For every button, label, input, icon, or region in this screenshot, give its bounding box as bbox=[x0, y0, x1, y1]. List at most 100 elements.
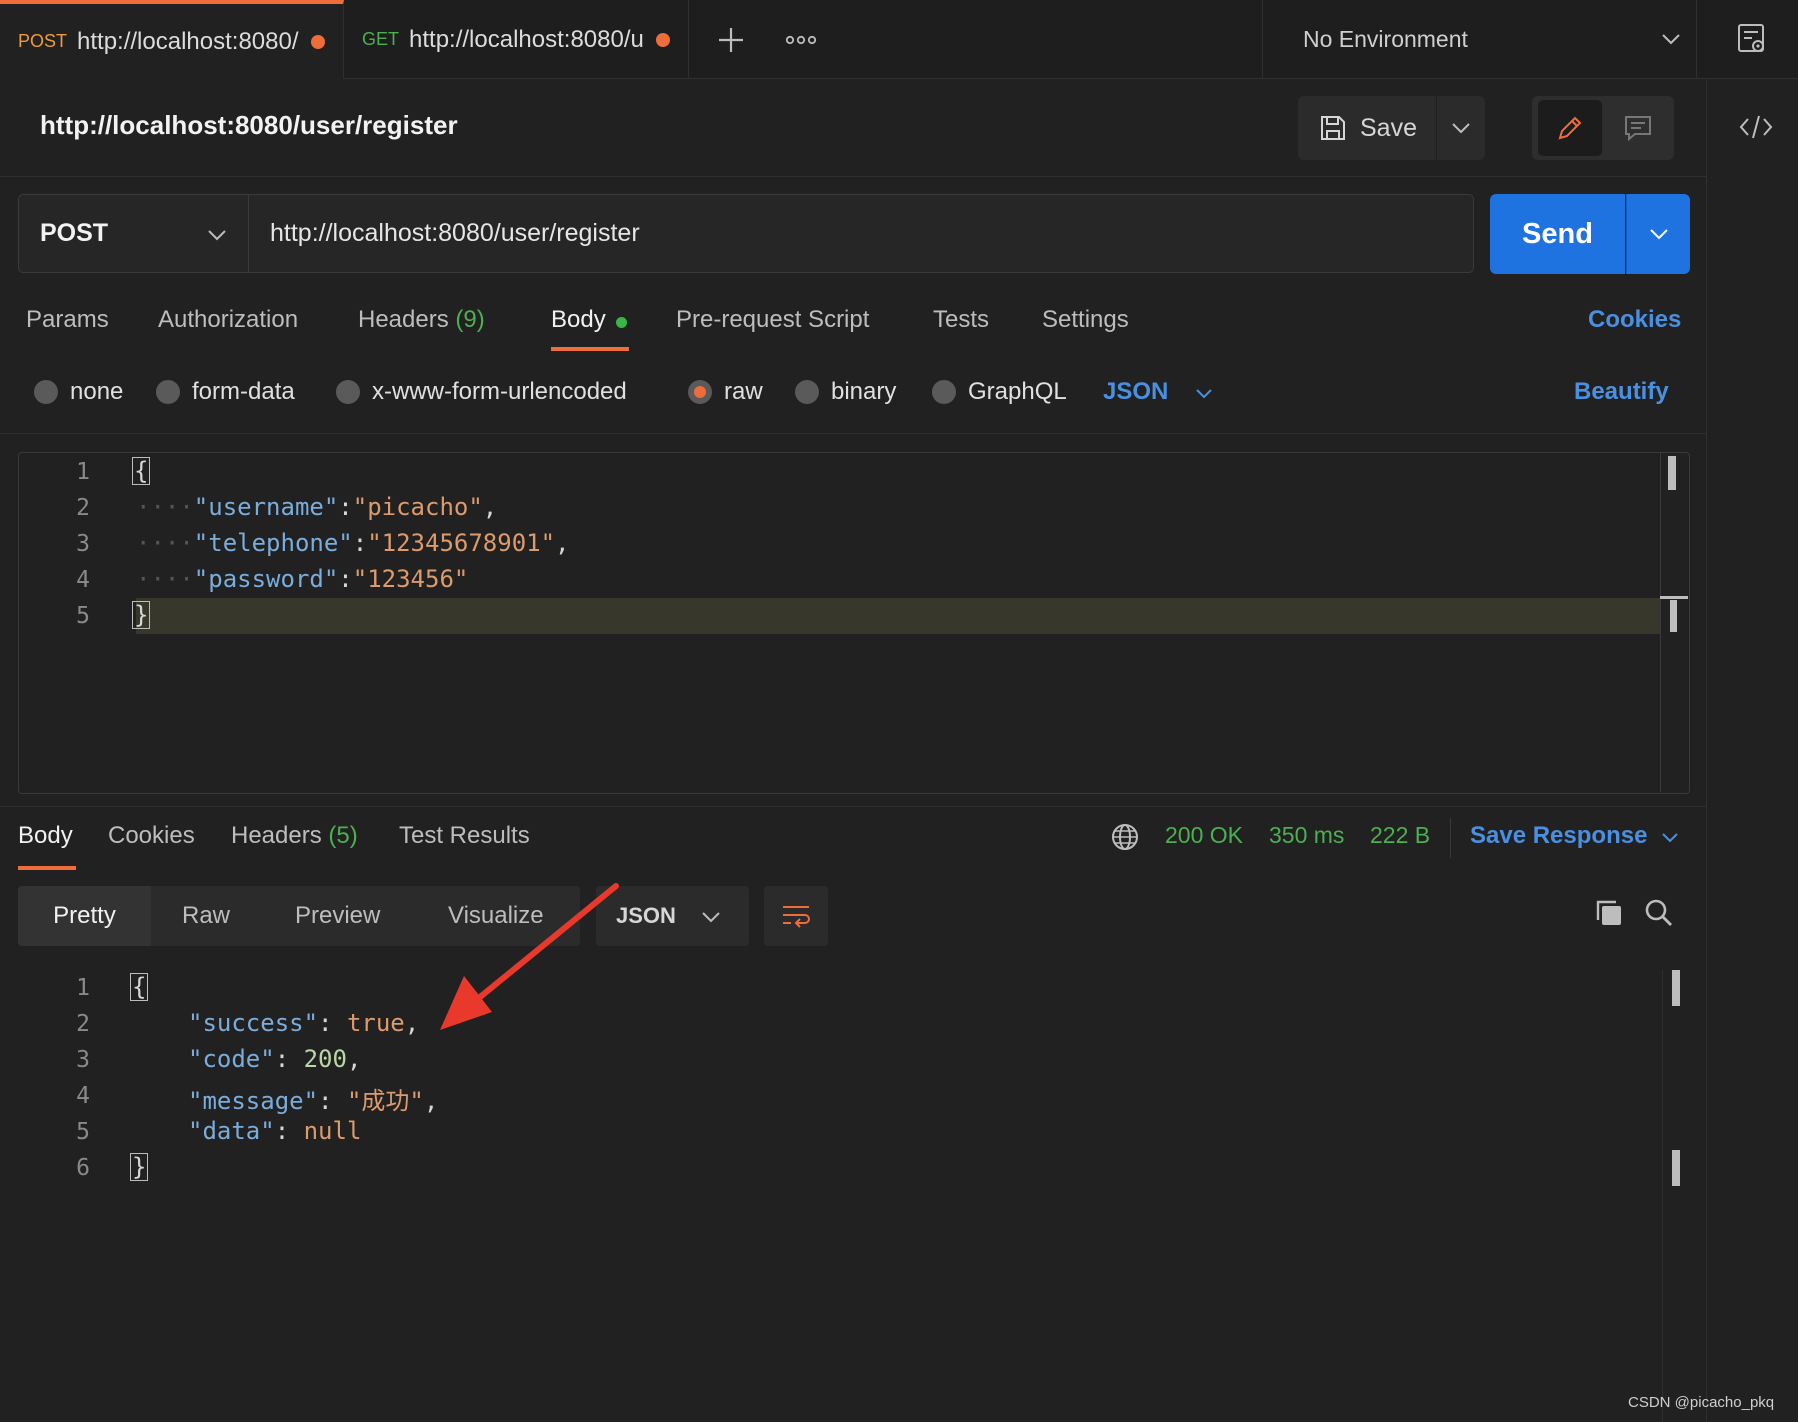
wrap-lines-button[interactable] bbox=[764, 886, 828, 946]
send-button[interactable]: Send bbox=[1490, 194, 1625, 274]
chevron-down-icon[interactable] bbox=[1660, 828, 1680, 853]
radio-label: binary bbox=[831, 378, 897, 405]
chevron-down-icon[interactable] bbox=[1194, 384, 1214, 409]
chevron-down-icon[interactable] bbox=[700, 906, 722, 933]
tab-body[interactable]: Body bbox=[551, 306, 606, 334]
response-tab-headers[interactable]: Headers (5) bbox=[231, 822, 358, 850]
code-line: ····"password":"123456" bbox=[136, 565, 469, 593]
chevron-down-icon[interactable] bbox=[206, 224, 228, 251]
tab-method: GET bbox=[362, 29, 400, 49]
view-preview[interactable]: Preview bbox=[295, 886, 380, 946]
line-number: 4 bbox=[76, 567, 90, 593]
line-number: 1 bbox=[76, 459, 90, 485]
tab-tests[interactable]: Tests bbox=[933, 306, 989, 334]
json-key: "password" bbox=[193, 565, 339, 593]
save-options-button[interactable] bbox=[1437, 96, 1485, 160]
line-number: 1 bbox=[76, 975, 90, 1001]
environment-quicklook-icon[interactable] bbox=[1736, 22, 1768, 61]
json-value: null bbox=[303, 1117, 362, 1145]
save-response-button[interactable]: Save Response bbox=[1470, 822, 1647, 850]
view-raw[interactable]: Raw bbox=[182, 886, 230, 946]
json-key: "telephone" bbox=[193, 529, 353, 557]
radio-raw[interactable]: raw bbox=[688, 378, 763, 406]
code-line: "data": null bbox=[188, 1117, 362, 1145]
json-punct: , bbox=[555, 529, 570, 557]
copy-icon[interactable] bbox=[1594, 898, 1624, 933]
json-value: "成功" bbox=[346, 1087, 424, 1115]
active-tab-indicator bbox=[551, 347, 629, 351]
radio-circle bbox=[795, 380, 819, 404]
json-key: "data" bbox=[188, 1117, 275, 1145]
code-line: } bbox=[130, 1153, 149, 1181]
tab-params[interactable]: Params bbox=[26, 306, 109, 334]
code-line: { bbox=[132, 457, 151, 485]
scrollbar-marker bbox=[1670, 600, 1677, 632]
json-value: "123456" bbox=[352, 565, 469, 593]
json-value: "picacho" bbox=[352, 493, 483, 521]
json-key: "message" bbox=[188, 1087, 319, 1115]
json-punct: , bbox=[346, 1045, 362, 1073]
code-line: { bbox=[130, 973, 149, 1001]
radio-label: raw bbox=[724, 378, 763, 405]
body-format-select[interactable]: JSON bbox=[1103, 378, 1168, 406]
tab-count: (5) bbox=[328, 822, 358, 849]
send-options-button[interactable] bbox=[1626, 194, 1690, 274]
request-tab-post[interactable]: POST http://localhost:8080/ bbox=[0, 0, 344, 79]
radio-form-data[interactable]: form-data bbox=[156, 378, 295, 406]
divider bbox=[1450, 818, 1451, 858]
response-time[interactable]: 350 ms bbox=[1269, 822, 1344, 849]
request-tab-get[interactable]: GET http://localhost:8080/u bbox=[344, 0, 689, 79]
cookies-link[interactable]: Cookies bbox=[1588, 306, 1681, 334]
tab-authorization[interactable]: Authorization bbox=[158, 306, 298, 334]
line-number: 6 bbox=[76, 1155, 90, 1181]
environment-label: No Environment bbox=[1303, 26, 1468, 52]
radio-graphql[interactable]: GraphQL bbox=[932, 378, 1067, 406]
right-sidebar bbox=[1706, 79, 1798, 1422]
response-size[interactable]: 222 B bbox=[1370, 822, 1430, 849]
json-value: "12345678901" bbox=[367, 529, 556, 557]
request-title[interactable]: http://localhost:8080/user/register bbox=[40, 110, 458, 141]
globe-icon[interactable] bbox=[1110, 822, 1140, 857]
plus-icon[interactable] bbox=[716, 20, 746, 60]
tab-settings[interactable]: Settings bbox=[1042, 306, 1129, 334]
json-value: 200 bbox=[303, 1045, 347, 1073]
comments-button[interactable] bbox=[1606, 100, 1670, 156]
json-punct: , bbox=[423, 1087, 439, 1115]
chevron-down-icon bbox=[1452, 123, 1470, 134]
line-number: 2 bbox=[76, 1011, 90, 1037]
radio-x-www-form-urlencoded[interactable]: x-www-form-urlencoded bbox=[336, 378, 627, 406]
code-line: ····"telephone":"12345678901", bbox=[136, 529, 570, 557]
divider bbox=[0, 433, 1706, 434]
tab-headers[interactable]: Headers (9) bbox=[358, 306, 485, 334]
divider bbox=[0, 806, 1706, 807]
status-code[interactable]: 200 OK bbox=[1165, 822, 1243, 849]
environment-selector[interactable]: No Environment bbox=[1262, 0, 1697, 79]
radio-none[interactable]: none bbox=[34, 378, 123, 406]
chevron-down-icon[interactable] bbox=[1660, 26, 1682, 57]
code-snippet-icon[interactable] bbox=[1738, 112, 1774, 149]
radio-label: x-www-form-urlencoded bbox=[372, 378, 627, 405]
tab-pre-request-script[interactable]: Pre-request Script bbox=[676, 306, 869, 334]
url-input[interactable] bbox=[250, 194, 1470, 273]
view-pretty[interactable]: Pretty bbox=[18, 886, 151, 946]
editor-gutter-line bbox=[1662, 970, 1663, 1422]
beautify-link[interactable]: Beautify bbox=[1574, 378, 1669, 406]
more-icon[interactable] bbox=[784, 22, 818, 58]
json-value: true bbox=[346, 1009, 405, 1037]
code-line: "success": true, bbox=[188, 1009, 420, 1037]
brace-close: } bbox=[132, 601, 151, 629]
edit-mode-button[interactable] bbox=[1538, 100, 1602, 156]
tab-label: Headers bbox=[358, 306, 449, 333]
response-tab-cookies[interactable]: Cookies bbox=[108, 822, 195, 850]
save-button[interactable]: Save bbox=[1298, 96, 1436, 160]
unsaved-dot bbox=[310, 34, 325, 49]
radio-circle bbox=[34, 380, 58, 404]
json-punct: , bbox=[404, 1009, 420, 1037]
search-icon[interactable] bbox=[1644, 898, 1674, 933]
response-tab-test-results[interactable]: Test Results bbox=[399, 822, 530, 850]
code-line: ····"username":"picacho", bbox=[136, 493, 498, 521]
response-tab-body[interactable]: Body bbox=[18, 822, 73, 850]
active-tab-indicator bbox=[18, 866, 76, 870]
line-number: 3 bbox=[76, 1047, 90, 1073]
radio-binary[interactable]: binary bbox=[795, 378, 896, 406]
